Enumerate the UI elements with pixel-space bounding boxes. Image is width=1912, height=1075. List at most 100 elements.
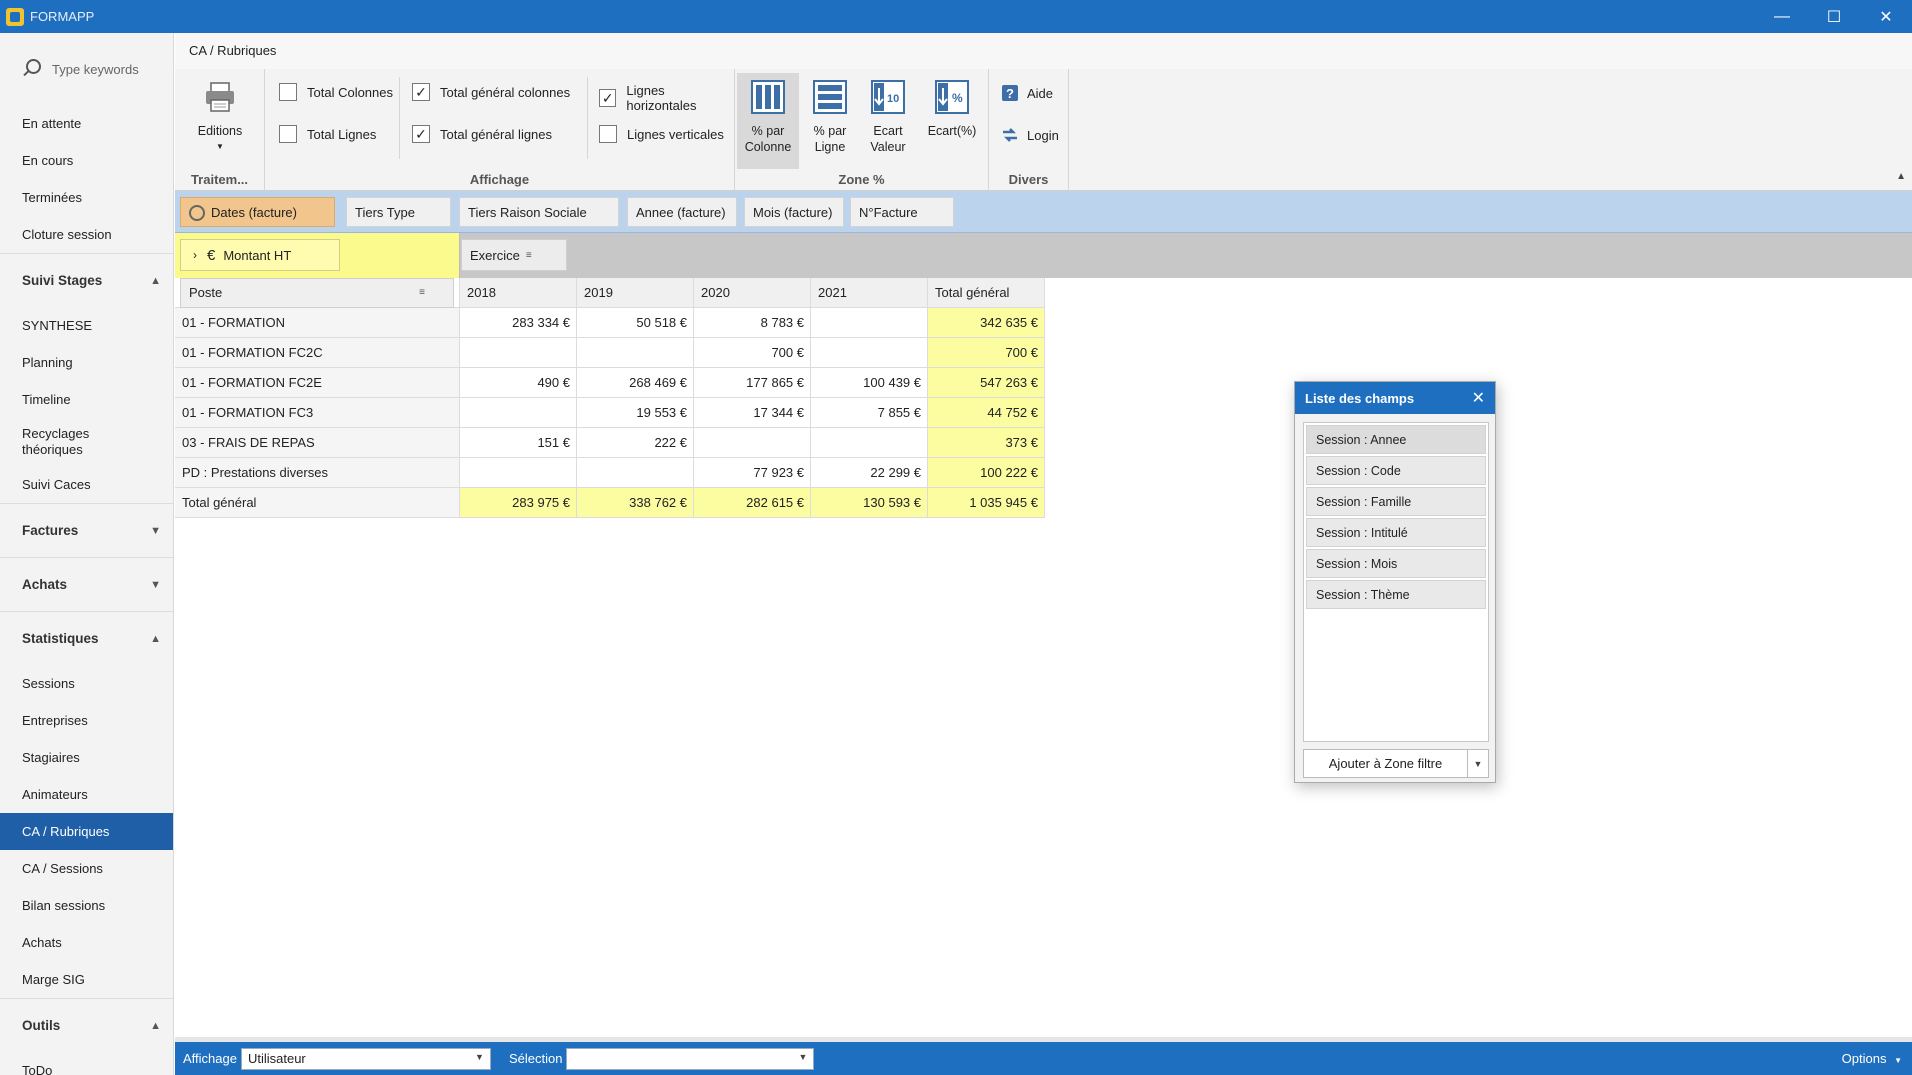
total-cell[interactable]: 100 222 € xyxy=(928,458,1045,488)
value-cell[interactable]: 100 439 € xyxy=(811,368,928,398)
checkbox-box[interactable] xyxy=(279,125,297,143)
sidebar-item-timeline[interactable]: Timeline xyxy=(0,381,173,418)
total-cell[interactable]: 373 € xyxy=(928,428,1045,458)
sidebar-item-entreprises[interactable]: Entreprises xyxy=(0,702,173,739)
close-icon[interactable]: ✕ xyxy=(1472,388,1485,408)
sidebar-item-cloture-session[interactable]: Cloture session xyxy=(0,216,173,253)
field-list-header[interactable]: Liste des champs ✕ xyxy=(1295,382,1495,414)
sidebar-item-en-cours[interactable]: En cours xyxy=(0,142,173,179)
checkbox-box[interactable] xyxy=(599,125,617,143)
affichage-select[interactable]: Utilisateur ▼ xyxy=(240,1047,491,1070)
total-cell[interactable]: 700 € xyxy=(928,338,1045,368)
value-cell[interactable] xyxy=(811,308,928,338)
filter-chip-dates-facture[interactable]: Dates (facture) xyxy=(180,197,335,227)
column-chip-exercice[interactable]: Exercice ≡ xyxy=(461,239,567,271)
value-cell[interactable] xyxy=(460,338,577,368)
pct-par-colonne-button[interactable]: % par Colonne xyxy=(737,73,799,169)
value-cell[interactable]: 700 € xyxy=(694,338,811,368)
add-to-filter-zone-button[interactable]: Ajouter à Zone filtre ▼ xyxy=(1303,749,1489,778)
sidebar-section-outils[interactable]: Outils ▲ xyxy=(0,998,173,1052)
column-header-total[interactable]: Total général xyxy=(928,278,1045,308)
sidebar-item-todo[interactable]: ToDo xyxy=(0,1052,173,1075)
total-cell[interactable]: 338 762 € xyxy=(577,488,694,518)
sidebar-item-synthese[interactable]: SYNTHESE xyxy=(0,307,173,344)
search-input[interactable]: Type keywords xyxy=(52,62,139,77)
value-cell[interactable] xyxy=(694,428,811,458)
filter-chip-nfacture[interactable]: N°Facture xyxy=(850,197,954,227)
list-item[interactable]: Session : Famille xyxy=(1306,487,1486,516)
chevron-down-icon[interactable]: ▼ xyxy=(475,1052,484,1062)
maximize-icon[interactable]: ☐ xyxy=(1808,0,1860,33)
sidebar-section-factures[interactable]: Factures ▼ xyxy=(0,503,173,557)
value-cell[interactable] xyxy=(460,458,577,488)
sidebar-section-statistiques[interactable]: Statistiques ▲ xyxy=(0,611,173,665)
close-icon[interactable]: ✕ xyxy=(1860,0,1912,33)
login-button[interactable]: Login xyxy=(1001,126,1059,144)
sidebar-item-terminees[interactable]: Terminées xyxy=(0,179,173,216)
pct-par-ligne-button[interactable]: % par Ligne xyxy=(803,73,857,155)
row-header[interactable]: 01 - FORMATION FC2C xyxy=(175,338,460,368)
total-cell[interactable]: 282 615 € xyxy=(694,488,811,518)
chevron-right-icon[interactable]: › xyxy=(193,248,197,262)
column-header[interactable]: 2018 xyxy=(460,278,577,308)
editions-button[interactable]: Editions ▼ xyxy=(185,73,255,155)
total-cell[interactable]: 547 263 € xyxy=(928,368,1045,398)
value-cell[interactable]: 490 € xyxy=(460,368,577,398)
value-cell[interactable] xyxy=(811,428,928,458)
value-cell[interactable]: 22 299 € xyxy=(811,458,928,488)
checkbox-box[interactable] xyxy=(279,83,297,101)
grand-total-cell[interactable]: 1 035 945 € xyxy=(928,488,1045,518)
options-button[interactable]: Options ▼ xyxy=(1842,1051,1902,1066)
filter-chip-tiers-raison-sociale[interactable]: Tiers Raison Sociale xyxy=(459,197,619,227)
value-cell[interactable] xyxy=(577,458,694,488)
list-item[interactable]: Session : Annee xyxy=(1306,425,1486,454)
checkbox-total-lignes[interactable]: Total Lignes xyxy=(279,125,376,143)
value-cell[interactable]: 17 344 € xyxy=(694,398,811,428)
sidebar-item-stagiaires[interactable]: Stagiaires xyxy=(0,739,173,776)
aide-button[interactable]: ? Aide xyxy=(1001,84,1053,102)
sidebar-item-suivi-caces[interactable]: Suivi Caces xyxy=(0,466,173,503)
sidebar-item-marge-sig[interactable]: Marge SIG xyxy=(0,961,173,998)
value-cell[interactable]: 151 € xyxy=(460,428,577,458)
row-header[interactable]: 01 - FORMATION FC3 xyxy=(175,398,460,428)
value-cell[interactable] xyxy=(460,398,577,428)
sidebar-item-en-attente[interactable]: En attente xyxy=(0,105,173,142)
search-box[interactable]: Type keywords xyxy=(0,33,173,105)
sidebar-item-ca-sessions[interactable]: CA / Sessions xyxy=(0,850,173,887)
sidebar-item-animateurs[interactable]: Animateurs xyxy=(0,776,173,813)
minimize-icon[interactable]: — xyxy=(1756,0,1808,33)
total-cell[interactable]: 44 752 € xyxy=(928,398,1045,428)
check-icon[interactable]: ✓ xyxy=(599,89,617,107)
row-header[interactable]: 01 - FORMATION xyxy=(175,308,460,338)
filter-chip-tiers-type[interactable]: Tiers Type xyxy=(346,197,451,227)
selection-select[interactable]: ▼ xyxy=(566,1047,815,1070)
sidebar-section-suivi-stages[interactable]: Suivi Stages ▲ xyxy=(0,253,173,307)
value-cell[interactable] xyxy=(811,338,928,368)
row-field-poste[interactable]: Poste ≡ xyxy=(180,277,454,308)
value-cell[interactable]: 7 855 € xyxy=(811,398,928,428)
sidebar-item-bilan-sessions[interactable]: Bilan sessions xyxy=(0,887,173,924)
total-cell[interactable]: 342 635 € xyxy=(928,308,1045,338)
check-icon[interactable]: ✓ xyxy=(412,83,430,101)
value-cell[interactable] xyxy=(577,338,694,368)
sidebar-item-recyclages[interactable]: Recyclages théoriques xyxy=(0,418,120,466)
row-header[interactable]: PD : Prestations diverses xyxy=(175,458,460,488)
sidebar-item-achats[interactable]: Achats xyxy=(0,924,173,961)
checkbox-lignes-horizontales[interactable]: ✓ Lignes horizontales xyxy=(599,83,734,113)
chevron-down-icon[interactable]: ▼ xyxy=(1468,750,1488,777)
filter-chip-mois-facture[interactable]: Mois (facture) xyxy=(744,197,844,227)
row-header-total[interactable]: Total général xyxy=(175,488,460,518)
value-cell[interactable]: 50 518 € xyxy=(577,308,694,338)
check-icon[interactable]: ✓ xyxy=(412,125,430,143)
list-item[interactable]: Session : Code xyxy=(1306,456,1486,485)
column-header[interactable]: 2019 xyxy=(577,278,694,308)
total-cell[interactable]: 283 975 € xyxy=(460,488,577,518)
value-cell[interactable]: 268 469 € xyxy=(577,368,694,398)
ecart-valeur-button[interactable]: 10 Ecart Valeur xyxy=(859,73,917,155)
collapse-ribbon-icon[interactable]: ▲ xyxy=(1896,171,1906,182)
list-item[interactable]: Session : Intitulé xyxy=(1306,518,1486,547)
sidebar-section-achats[interactable]: Achats ▼ xyxy=(0,557,173,611)
filter-chip-annee-facture[interactable]: Annee (facture) xyxy=(627,197,737,227)
value-cell[interactable]: 222 € xyxy=(577,428,694,458)
measure-chip-montant-ht[interactable]: › € Montant HT xyxy=(180,239,340,271)
